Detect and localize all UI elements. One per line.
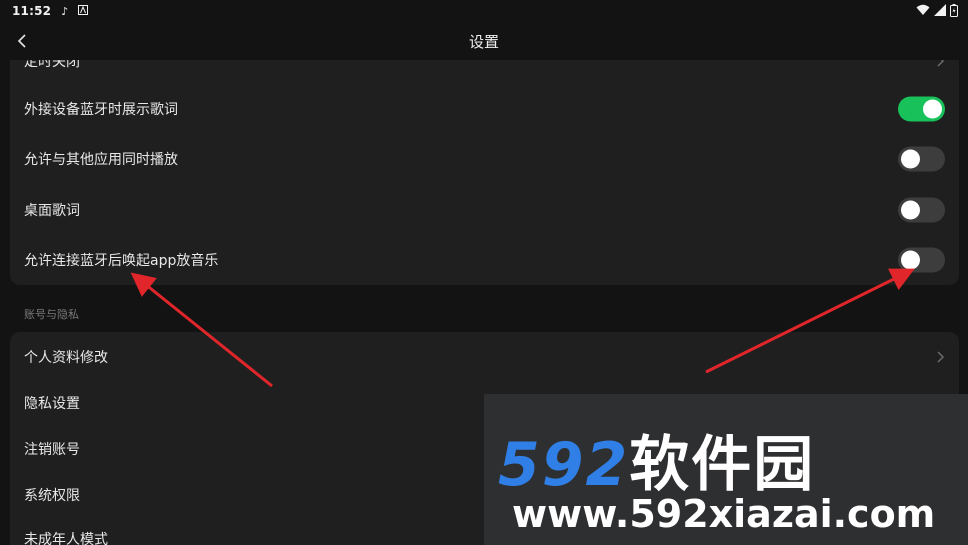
row-label: 注销账号 — [24, 442, 80, 458]
watermark-logo-text: 软件园 — [629, 430, 816, 500]
row-label: 隐私设置 — [24, 396, 80, 412]
row-label: 允许连接蓝牙后唤起app放音乐 — [24, 253, 219, 269]
watermark-logo: 592软件园 — [498, 416, 815, 503]
row-label: 系统权限 — [24, 488, 80, 504]
toggle-knob — [923, 99, 942, 119]
watermark: 592软件园 www.592xiazai.com — [484, 394, 968, 545]
bluetooth-autoplay-toggle[interactable] — [898, 247, 945, 273]
bluetooth-autoplay-row[interactable]: 允许连接蓝牙后唤起app放音乐 — [10, 235, 959, 285]
mix-playback-toggle[interactable] — [898, 146, 945, 172]
app-header: 设置 — [0, 22, 968, 60]
bluetooth-lyrics-toggle[interactable] — [898, 96, 945, 122]
playback-settings-card: 定时关闭 外接设备蓝牙时展示歌词 允许与其他应用同时播放 桌面歌词 允许连接蓝牙… — [10, 36, 959, 285]
notification-a-icon — [78, 4, 89, 18]
watermark-logo-number: 592 — [498, 430, 630, 500]
mix-playback-row[interactable]: 允许与其他应用同时播放 — [10, 134, 959, 184]
row-label: 外接设备蓝牙时展示歌词 — [24, 102, 178, 118]
music-note-icon: ♪ — [61, 4, 69, 18]
watermark-url: www.592xiazai.com — [512, 492, 936, 536]
desktop-lyrics-row[interactable]: 桌面歌词 — [10, 185, 959, 235]
chevron-right-icon — [937, 351, 945, 363]
bluetooth-lyrics-row[interactable]: 外接设备蓝牙时展示歌词 — [10, 84, 959, 134]
toggle-knob — [901, 149, 920, 169]
row-label: 未成年人模式 — [24, 532, 108, 545]
row-label: 个人资料修改 — [24, 350, 108, 366]
page-title: 设置 — [468, 32, 499, 51]
battery-icon — [950, 3, 958, 17]
chevron-left-icon — [17, 34, 26, 48]
desktop-lyrics-toggle[interactable] — [898, 197, 945, 223]
back-button[interactable] — [10, 28, 34, 54]
section-title: 账号与隐私 — [24, 308, 79, 321]
wifi-icon — [916, 4, 930, 15]
toggle-knob — [901, 250, 920, 270]
profile-edit-row[interactable]: 个人资料修改 — [10, 332, 959, 382]
status-time: 11:52 — [12, 4, 52, 18]
row-label: 桌面歌词 — [24, 203, 80, 219]
signal-icon — [934, 4, 946, 16]
toggle-knob — [901, 200, 920, 220]
status-icons — [916, 3, 958, 17]
row-label: 允许与其他应用同时播放 — [24, 152, 178, 168]
status-bar: 11:52 ♪ — [0, 0, 968, 22]
